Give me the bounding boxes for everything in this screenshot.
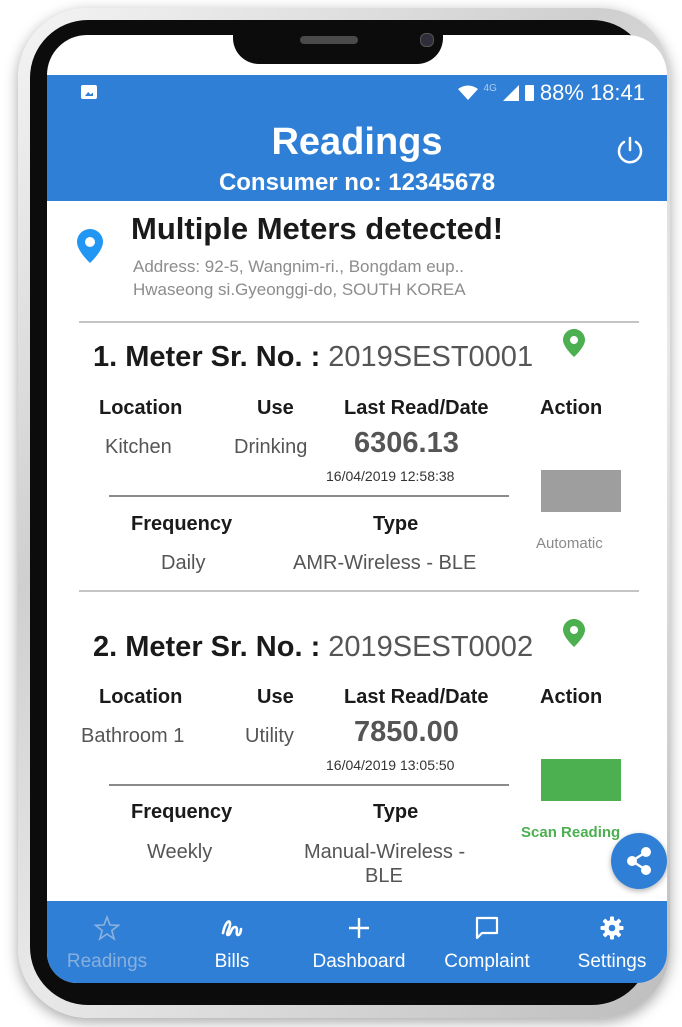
meter-location-pin-icon[interactable] [563,329,585,357]
meter-2-type: Manual-Wireless - [304,841,466,863]
phone-camera [420,33,434,47]
multiple-meters-heading: Multiple Meters detected! [131,211,504,246]
address-text: Address: 92-5, Wangnim-ri., Bongdam eup.… [133,255,466,301]
consumer-number: Consumer no: 12345678 [218,169,496,196]
column-frequency: Frequency [131,801,233,823]
network-type-label: 4G [483,82,497,94]
divider [79,590,639,592]
column-last-read: Last Read/Date [344,686,489,708]
column-location: Location [99,686,183,708]
nav-dashboard-label: Dashboard [312,951,406,972]
column-frequency: Frequency [131,513,233,535]
meter-2-location: Bathroom 1 [81,725,185,747]
meter-1-date: 16/04/2019 12:58:38 [326,468,455,484]
meter-2-prefix: 2. Meter Sr. No. : [93,631,321,663]
nav-dashboard[interactable]: Dashboard [299,901,419,983]
meter-1-location: Kitchen [105,436,172,458]
meter-1-frequency: Daily [161,552,206,574]
signal-icon [502,85,519,101]
app-header: Readings Consumer no: 12345678 [47,111,667,201]
share-button[interactable] [611,833,667,889]
share-icon [627,847,651,875]
meter-2-frequency: Weekly [147,841,213,863]
bottom-navigation: Readings Bills Dashboard Complaint Setti… [47,901,667,983]
phone-screen: 4G 88% 18:41 Readings Consumer no: 12345… [47,35,667,983]
column-action: Action [540,686,603,708]
meter-2-inner-divider [109,784,509,786]
address-line-2: Hwaseong si.Gyeonggi-do, SOUTH KOREA [133,280,466,299]
meter-2-title: 2. Meter Sr. No. : 2019SEST0002 [93,631,533,664]
meter-2-date: 16/04/2019 13:05:50 [326,757,455,773]
meter-1-action-label: Automatic [536,535,603,552]
meter-1-inner-divider [109,495,509,497]
meter-location-pin-icon[interactable] [563,619,585,647]
meter-2-reading: 7850.00 [354,716,459,748]
nav-bills[interactable]: Bills [187,901,277,983]
bills-icon [221,920,243,937]
phone-speaker [300,36,358,44]
meter-1-reading: 6306.13 [354,427,459,459]
photo-icon [81,85,97,99]
location-pin-icon [77,229,103,263]
battery-icon [524,85,534,101]
column-use: Use [257,397,294,419]
column-type: Type [373,801,419,823]
meter-1-prefix: 1. Meter Sr. No. : [93,341,321,373]
status-indicators: 4G 88% 18:41 [457,80,645,106]
nav-settings-label: Settings [577,951,647,972]
nav-readings-label: Readings [66,951,148,972]
nav-complaint[interactable]: Complaint [427,901,547,983]
meter-1-type: AMR-Wireless - BLE [293,552,477,574]
meter-2-serial: 2019SEST0002 [328,631,534,663]
meter-1-title: 1. Meter Sr. No. : 2019SEST0001 [93,341,533,374]
wifi-icon [457,85,478,100]
address-line-1: Address: 92-5, Wangnim-ri., Bongdam eup.… [133,257,465,276]
meter-1-serial: 2019SEST0001 [328,341,534,373]
meter-2-type-line2: BLE [365,865,403,887]
column-last-read: Last Read/Date [344,397,489,419]
scan-reading-button[interactable] [541,759,621,801]
column-type: Type [373,513,419,535]
nav-settings[interactable]: Settings [557,901,667,983]
plus-icon [349,918,369,938]
nav-readings[interactable]: Readings [47,901,167,983]
battery-percent: 88% [539,80,584,105]
power-icon[interactable] [613,133,647,167]
column-location: Location [99,397,183,419]
meter-1-use: Drinking [234,436,308,458]
chat-icon [475,916,499,940]
meter-2-action-label[interactable]: Scan Reading [521,824,620,841]
status-time: 18:41 [589,80,645,105]
divider [79,321,639,323]
readings-content: Multiple Meters detected! Address: 92-5,… [47,201,667,901]
nav-bills-label: Bills [214,951,250,972]
page-title: Readings [271,121,443,163]
column-use: Use [257,686,294,708]
nav-complaint-label: Complaint [444,951,530,972]
meter-2-use: Utility [245,725,294,747]
column-action: Action [540,397,603,419]
meter-1-action-button[interactable] [541,470,621,512]
star-icon [94,915,120,941]
gear-icon [600,916,624,940]
status-bar: 4G 88% 18:41 [47,75,667,111]
